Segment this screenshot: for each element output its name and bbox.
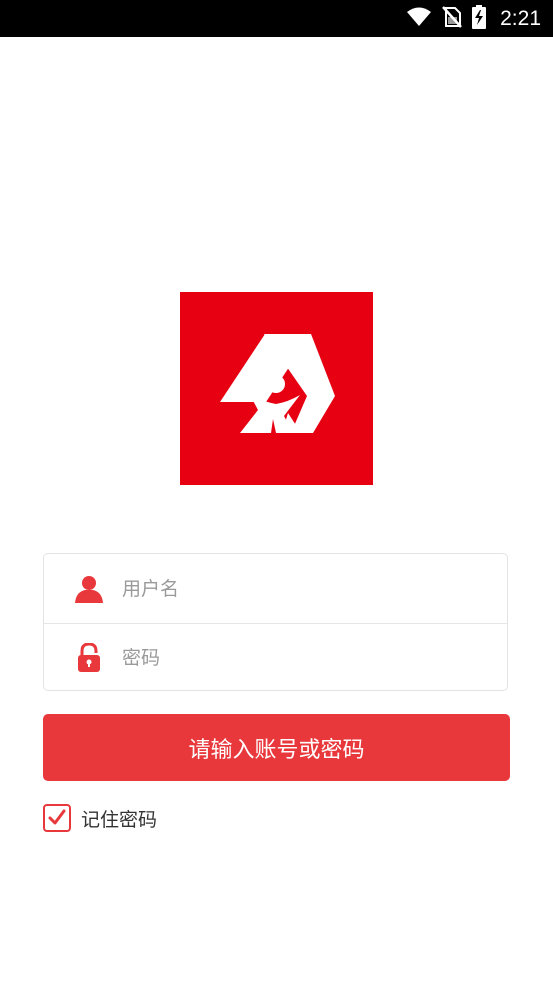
password-field	[44, 623, 507, 692]
no-sim-icon	[442, 5, 463, 32]
remember-password-label: 记住密码	[81, 808, 158, 831]
remember-password-row[interactable]: 记住密码	[43, 804, 157, 832]
check-icon	[48, 809, 66, 825]
status-icons: 2:21	[406, 0, 541, 37]
login-form-card	[43, 553, 508, 691]
battery-charging-icon	[472, 4, 487, 33]
user-icon	[74, 574, 104, 604]
password-input[interactable]	[120, 645, 464, 670]
login-submit-button[interactable]: 请输入账号或密码	[43, 714, 510, 781]
status-bar: 2:21	[0, 0, 553, 37]
wifi-icon	[406, 6, 432, 32]
username-input[interactable]	[120, 576, 464, 601]
username-field	[44, 554, 507, 624]
status-time: 2:21	[500, 6, 541, 30]
remember-password-checkbox[interactable]	[43, 804, 71, 832]
lock-icon	[74, 642, 104, 673]
app-logo	[180, 292, 373, 485]
